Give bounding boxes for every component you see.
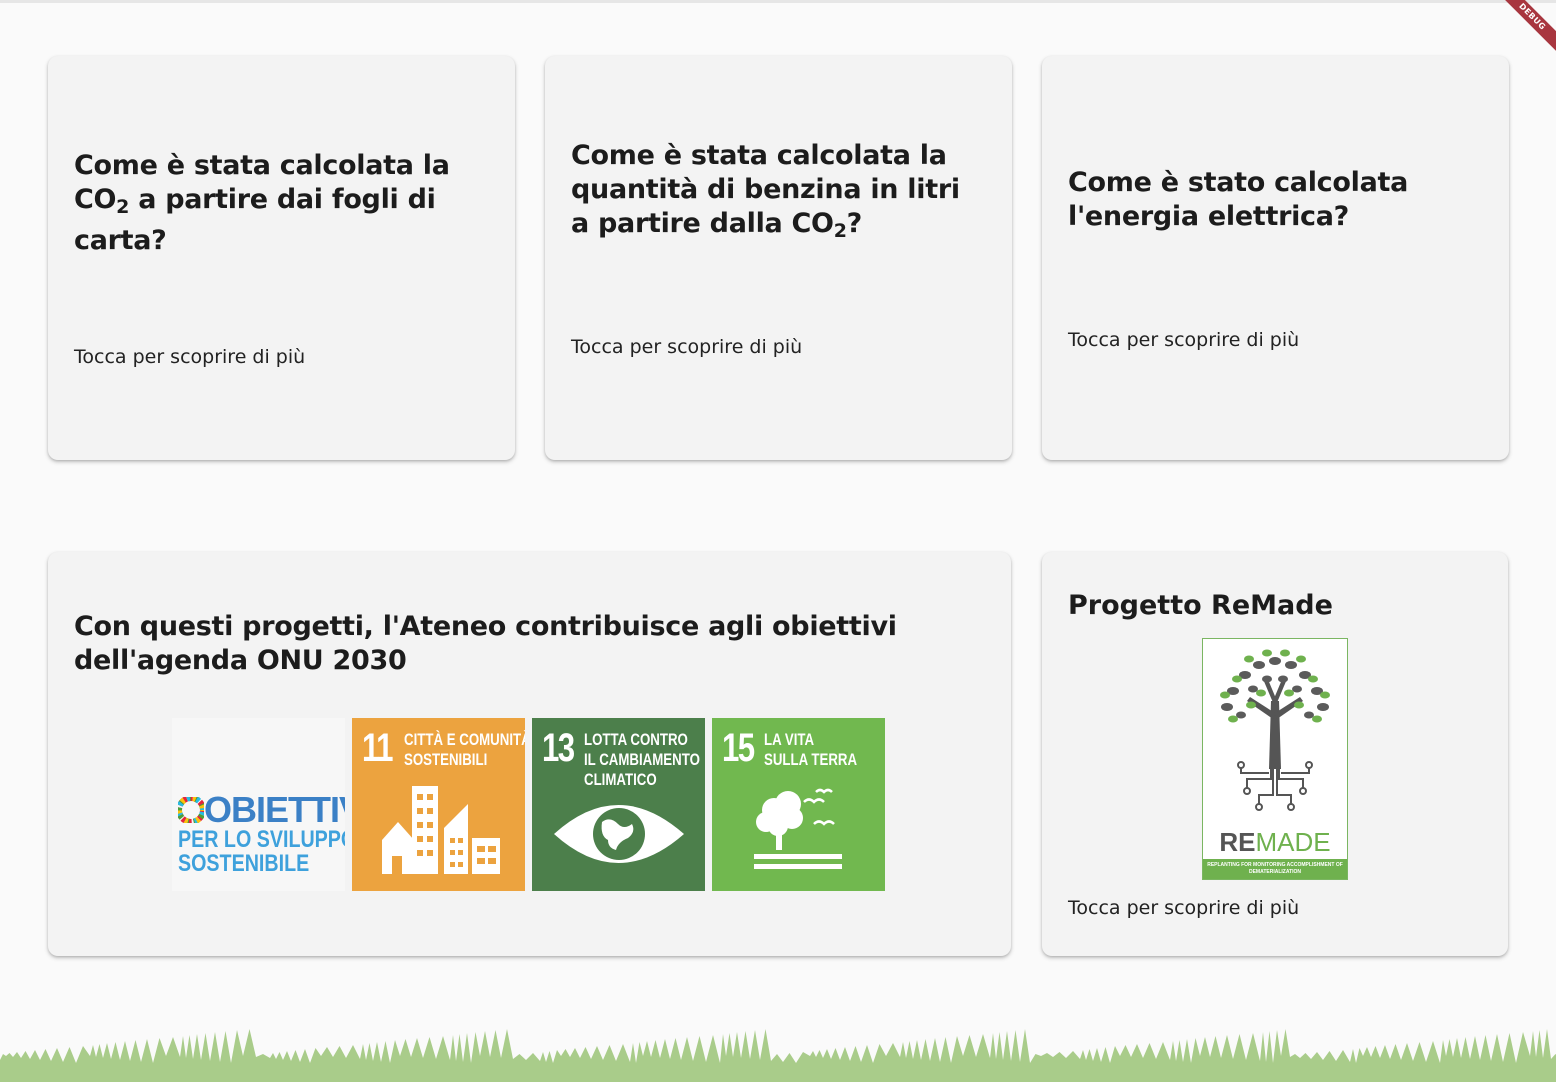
- obiettivi-line2: PER LO SVILUPPO: [178, 826, 345, 853]
- faq-card-hint: Tocca per scoprire di più: [571, 335, 803, 358]
- faq-card-title: Come è stata calcolata la CO2 a partire …: [74, 149, 450, 256]
- obiettivi-line3: SOSTENIBILE: [178, 850, 310, 877]
- faq-card-gasoline[interactable]: Come è stata calcolata la quantità di be…: [545, 56, 1012, 460]
- remade-card[interactable]: Progetto ReMade REMADE REPLANTING FOR MO…: [1042, 552, 1508, 956]
- sdg-logos: OBIETTIVI PER LO SVILUPPO SOSTENIBILE 11…: [172, 718, 885, 891]
- sdg-card-title: Con questi progetti, l'Ateneo contribuis…: [74, 611, 897, 676]
- tree-circuit-icon: [1220, 649, 1330, 811]
- sdg-15-tile: 15 LA VITA SULLA TERRA: [712, 718, 885, 891]
- tree-birds-icon: [754, 788, 842, 869]
- remade-logo: REMADE REPLANTING FOR MONITORING ACCOMPL…: [1202, 638, 1348, 880]
- remade-logo-word: REMADE: [1219, 827, 1331, 857]
- faq-card-title: Come è stata calcolata la quantità di be…: [571, 139, 960, 242]
- grass-decoration: [0, 1029, 1556, 1082]
- sdg-card: Con questi progetti, l'Ateneo contribuis…: [48, 552, 1011, 956]
- sdg-wheel-icon: [178, 797, 204, 823]
- sdg-obiettivi-logo: OBIETTIVI PER LO SVILUPPO SOSTENIBILE: [172, 718, 345, 891]
- remade-card-hint: Tocca per scoprire di più: [1068, 897, 1300, 919]
- remade-card-title: Progetto ReMade: [1068, 590, 1333, 621]
- faq-card-hint: Tocca per scoprire di più: [74, 345, 306, 368]
- debug-banner: DEBUG: [1491, 0, 1556, 58]
- grass-blades: [0, 1029, 1556, 1082]
- faq-card-energy[interactable]: Come è stato calcolata l'energia elettri…: [1042, 56, 1509, 460]
- faq-card-title: Come è stato calcolata l'energia elettri…: [1068, 166, 1409, 232]
- faq-card-paper-co2[interactable]: Come è stata calcolata la CO2 a partire …: [48, 56, 515, 460]
- faq-card-hint: Tocca per scoprire di più: [1068, 328, 1300, 351]
- remade-logo-tagline: REPLANTING FOR MONITORING ACCOMPLISHMENT…: [1203, 859, 1347, 879]
- sdg-13-tile: 13 LOTTA CONTRO IL CAMBIAMENTO CLIMATICO: [532, 718, 705, 891]
- city-buildings-icon: [382, 786, 500, 874]
- sdg-11-tile: 11 CITTÀ E COMUNITÀ SOSTENIBILI: [352, 718, 525, 891]
- eye-globe-icon: [554, 805, 684, 863]
- top-divider: [0, 0, 1556, 3]
